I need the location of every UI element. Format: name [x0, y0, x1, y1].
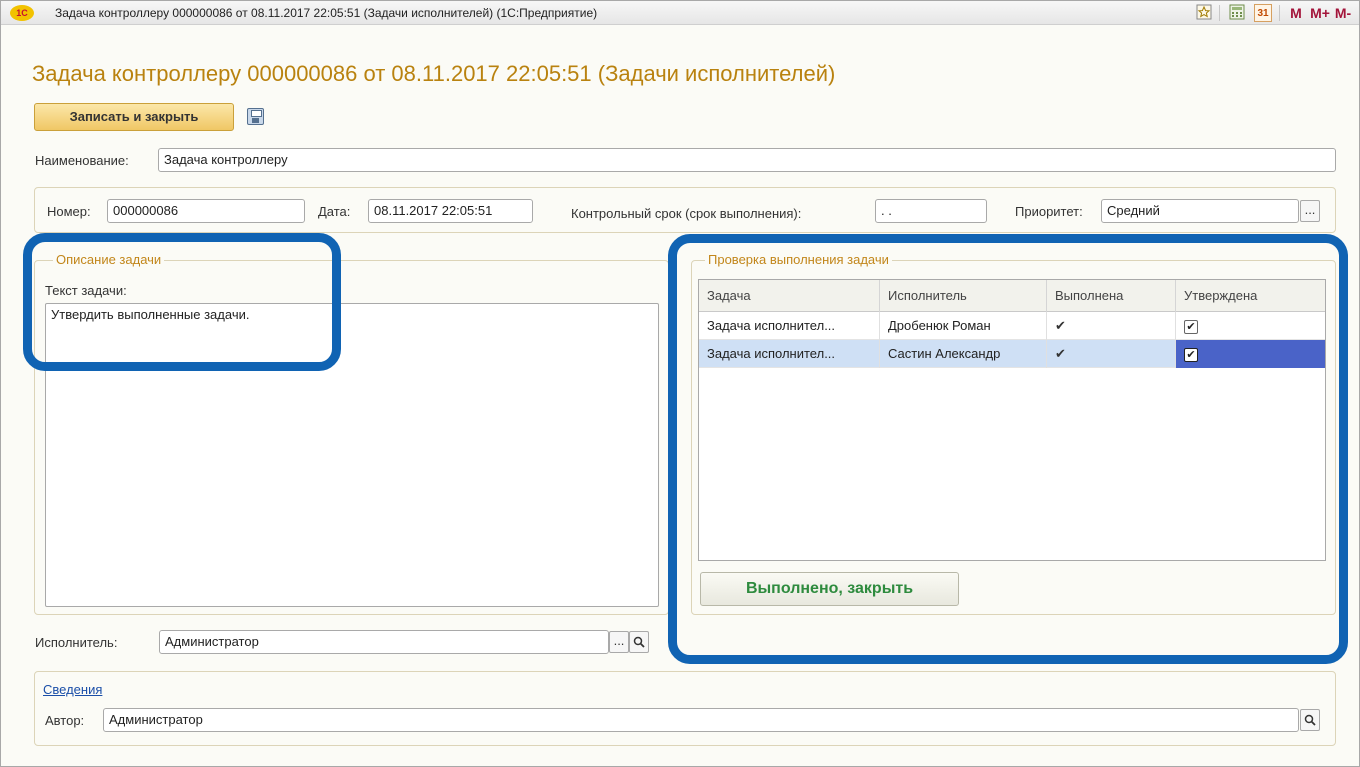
calculator-icon[interactable]: [1229, 4, 1245, 22]
page-title: Задача контроллеру 000000086 от 08.11.20…: [32, 61, 836, 86]
author-field[interactable]: Администратор: [103, 708, 1299, 732]
calendar-icon[interactable]: 31: [1254, 4, 1272, 22]
author-label: Автор:: [45, 713, 85, 728]
title-bar: 1С Задача контроллеру 000000086 от 08.11…: [1, 1, 1359, 25]
memory-plus-button[interactable]: M+: [1309, 4, 1331, 22]
number-field[interactable]: 000000086: [107, 199, 305, 223]
window-title: Задача контроллеру 000000086 от 08.11.20…: [55, 6, 598, 20]
number-label: Номер:: [47, 204, 91, 219]
executor-search-button[interactable]: [629, 631, 649, 653]
search-icon: [633, 636, 645, 648]
name-field[interactable]: Задача контроллеру: [158, 148, 1336, 172]
author-search-button[interactable]: [1300, 709, 1320, 731]
name-label: Наименование:: [35, 153, 129, 168]
executor-label: Исполнитель:: [35, 635, 118, 650]
executor-field[interactable]: Администратор: [159, 630, 609, 654]
annotation-highlight-description: [23, 233, 341, 371]
save-and-close-button[interactable]: Записать и закрыть: [34, 103, 234, 131]
priority-field[interactable]: Средний: [1101, 199, 1299, 223]
annotation-highlight-check: [668, 234, 1348, 664]
favorites-icon[interactable]: [1196, 4, 1212, 22]
priority-select-button[interactable]: ...: [1300, 200, 1320, 222]
memory-minus-button[interactable]: M-: [1333, 4, 1353, 22]
1c-logo-icon: 1С: [10, 5, 34, 21]
priority-label: Приоритет:: [1015, 204, 1083, 219]
deadline-field[interactable]: . .: [875, 199, 987, 223]
executor-select-button[interactable]: ...: [609, 631, 629, 653]
date-label: Дата:: [318, 204, 351, 219]
memory-button[interactable]: M: [1289, 4, 1303, 22]
date-field[interactable]: 08.11.2017 22:05:51: [368, 199, 533, 223]
save-icon[interactable]: [247, 108, 264, 125]
info-link[interactable]: Сведения: [43, 682, 102, 697]
app-window: 1С Задача контроллеру 000000086 от 08.11…: [0, 0, 1360, 767]
deadline-label: Контрольный срок (срок выполнения):: [571, 206, 802, 221]
search-icon: [1304, 714, 1316, 726]
